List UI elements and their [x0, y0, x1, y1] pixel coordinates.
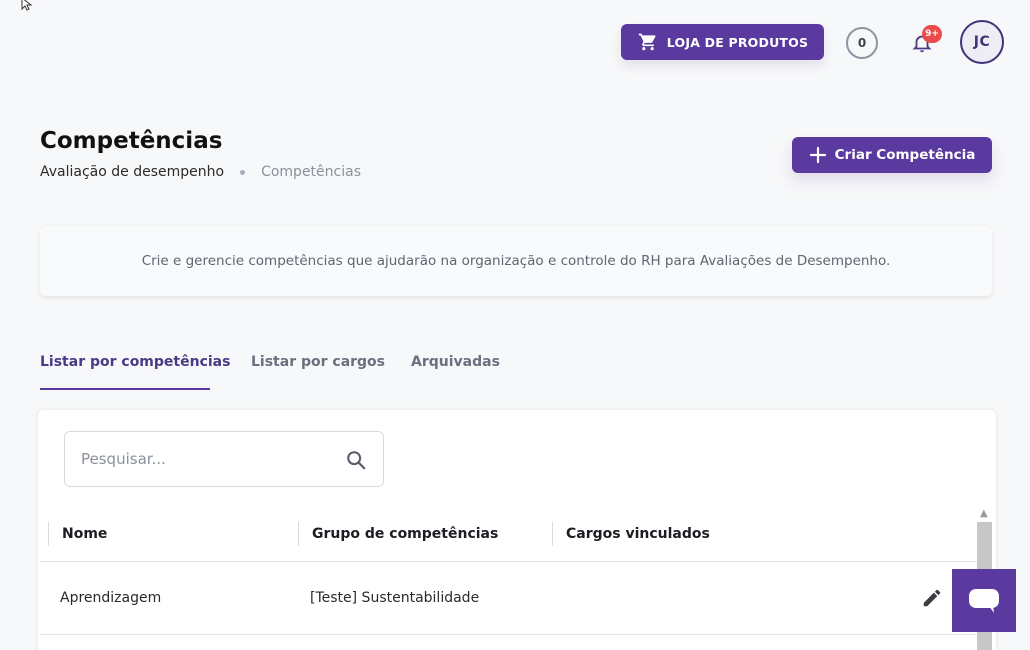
- column-separator: [298, 522, 299, 546]
- column-separator: [552, 522, 553, 546]
- search-placeholder: Pesquisar...: [81, 450, 166, 468]
- search-input[interactable]: Pesquisar...: [64, 431, 384, 487]
- breadcrumb-item-current: Competências: [261, 164, 361, 180]
- notification-badge: 9+: [922, 25, 942, 43]
- description-text: Crie e gerencie competências que ajudarã…: [141, 253, 891, 269]
- table-divider: [40, 561, 978, 562]
- column-separator: [48, 522, 49, 546]
- scroll-up-arrow-icon[interactable]: ▲: [980, 508, 988, 519]
- breadcrumb: Avaliação de desempenho Competências: [40, 164, 361, 180]
- counter-badge[interactable]: 0: [846, 27, 878, 59]
- column-header-roles[interactable]: Cargos vinculados: [566, 526, 710, 542]
- edit-icon[interactable]: [921, 587, 943, 609]
- store-button-label: LOJA DE PRODUTOS: [666, 34, 809, 50]
- breadcrumb-item-performance[interactable]: Avaliação de desempenho: [40, 164, 224, 180]
- mouse-cursor-icon: [21, 0, 33, 11]
- table-cell-group: [Teste] Sustentabilidade: [310, 590, 480, 606]
- description-card: Crie e gerencie competências que ajudarã…: [40, 226, 992, 296]
- chat-widget-button[interactable]: [952, 569, 1016, 632]
- create-competency-button[interactable]: Criar Competência: [792, 137, 992, 173]
- table-cell-name: Aprendizagem: [60, 590, 162, 606]
- page-title: Competências: [40, 128, 223, 154]
- tab-list-by-competency[interactable]: Listar por competências: [40, 354, 230, 370]
- tab-list-by-roles[interactable]: Listar por cargos: [251, 354, 385, 370]
- active-tab-indicator: [40, 388, 210, 390]
- create-competency-label: Criar Competência: [834, 147, 976, 163]
- column-header-group[interactable]: Grupo de competências: [312, 526, 498, 542]
- breadcrumb-separator: [240, 169, 246, 175]
- cart-icon: [638, 33, 656, 51]
- column-header-name[interactable]: Nome: [62, 526, 107, 542]
- user-avatar[interactable]: JC: [960, 20, 1004, 64]
- plus-icon: [809, 146, 826, 164]
- search-icon[interactable]: [345, 449, 367, 471]
- table-divider: [40, 634, 978, 635]
- chat-icon: [969, 588, 999, 613]
- tab-archived[interactable]: Arquivadas: [411, 354, 500, 370]
- store-button[interactable]: LOJA DE PRODUTOS: [621, 24, 824, 60]
